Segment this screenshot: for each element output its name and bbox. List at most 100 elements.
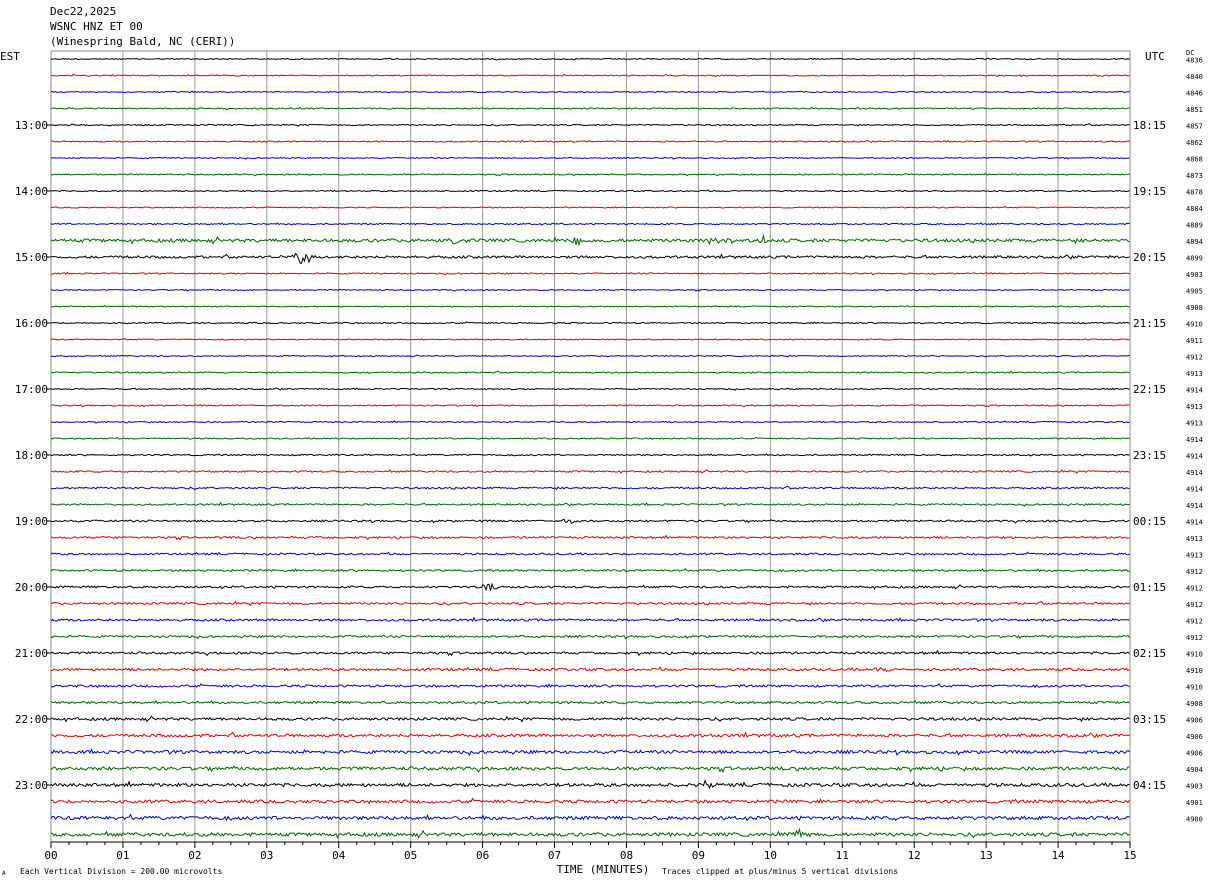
dc-offset-value: 4914: [1186, 436, 1203, 444]
trace-30: [50, 534, 1130, 541]
trace-23: [50, 420, 1130, 424]
scale-note: Each Vertical Division = 200.00 microvol…: [20, 867, 223, 876]
x-axis-title: TIME (MINUTES): [557, 863, 650, 876]
left-hour-label: 21:00: [15, 647, 48, 660]
trace-42: [50, 731, 1130, 739]
dc-offset-value: 4913: [1186, 420, 1203, 428]
trace-26: [50, 469, 1130, 474]
x-tick-label: 02: [188, 849, 201, 862]
dc-offset-value: 4906: [1186, 717, 1203, 725]
dc-offset-value: 4914: [1186, 453, 1203, 461]
x-tick-label: 00: [44, 849, 57, 862]
x-tick-label: 07: [548, 849, 561, 862]
dc-offset-value: 4912: [1186, 601, 1203, 609]
trace-44: [50, 765, 1130, 774]
trace-45: [50, 779, 1130, 790]
trace-15: [50, 288, 1130, 292]
right-hour-label: 21:15: [1133, 317, 1166, 330]
trace-2: [50, 73, 1130, 78]
dc-offset-value: 4906: [1186, 750, 1203, 758]
x-tick-label: 12: [908, 849, 921, 862]
trace-28: [50, 501, 1130, 507]
trace-29: [50, 518, 1130, 525]
dc-offset-value: 4913: [1186, 403, 1203, 411]
dc-offset-value: 4911: [1186, 337, 1203, 345]
right-hour-label: 22:15: [1133, 383, 1166, 396]
dc-offset-value: 4889: [1186, 222, 1203, 230]
corner-mark: A: [2, 870, 6, 877]
trace-41: [50, 715, 1130, 723]
trace-22: [50, 404, 1130, 408]
trace-43: [50, 748, 1130, 757]
trace-10: [50, 205, 1130, 209]
x-tick-label: 03: [260, 849, 273, 862]
dc-offset-value: 4846: [1186, 90, 1203, 98]
dc-offset-value: 4900: [1186, 816, 1203, 824]
dc-offset-value: 4912: [1186, 634, 1203, 642]
dc-offset-value: 4899: [1186, 255, 1203, 263]
dc-offset-value: 4912: [1186, 354, 1203, 362]
right-hour-label: 02:15: [1133, 647, 1166, 660]
trace-3: [50, 90, 1130, 94]
x-tick-label: 15: [1123, 849, 1136, 862]
trace-38: [50, 666, 1130, 672]
trace-5: [50, 123, 1130, 127]
trace-48: [50, 827, 1130, 840]
dc-offset-value: 4910: [1186, 667, 1203, 675]
trace-8: [50, 172, 1130, 177]
hour-labels: 13:00 14:00 15:00 16:00 17:00 18:00 19:00 20:00…: [15, 57, 1203, 824]
left-hour-label: 17:00: [15, 383, 48, 396]
trace-20: [50, 370, 1130, 375]
dc-offset-value: 4908: [1186, 700, 1203, 708]
dc-offset-value: 4910: [1186, 684, 1203, 692]
trace-13: [50, 252, 1130, 265]
trace-27: [50, 485, 1130, 491]
dc-offset-value: 4857: [1186, 123, 1203, 131]
dc-offset-value: 4905: [1186, 288, 1203, 296]
seismogram-chart: 00 01 02 03 04 05 06 07 08 09 10 11 12 13 14 15 13:00 14…: [15, 50, 1203, 876]
dc-offset-value: 4868: [1186, 156, 1203, 164]
right-hour-label: 18:15: [1133, 119, 1166, 132]
right-hour-label: 01:15: [1133, 581, 1166, 594]
x-tick-label: 05: [404, 849, 417, 862]
left-hour-label: 16:00: [15, 317, 48, 330]
trace-37: [50, 649, 1130, 657]
x-tick-label: 04: [332, 849, 346, 862]
dc-offset-value: 4836: [1186, 57, 1203, 65]
dc-offset-value: 4908: [1186, 304, 1203, 312]
right-hour-label: 04:15: [1133, 779, 1166, 792]
left-hour-label: 23:00: [15, 779, 48, 792]
dc-offset-value: 4912: [1186, 618, 1203, 626]
dc-offset-value: 4873: [1186, 172, 1203, 180]
trace-18: [50, 337, 1130, 341]
trace-9: [50, 189, 1130, 193]
trace-11: [50, 222, 1130, 226]
x-tick-label: 10: [764, 849, 777, 862]
seismic-traces: [50, 57, 1130, 840]
dc-offset-value: 4884: [1186, 205, 1203, 213]
trace-19: [50, 354, 1130, 358]
minute-gridlines: [50, 50, 1131, 843]
dc-offset-value: 4901: [1186, 799, 1203, 807]
right-hour-label: 00:15: [1133, 515, 1166, 528]
right-hour-label: 03:15: [1133, 713, 1166, 726]
dc-offset-value: 4862: [1186, 139, 1203, 147]
left-hour-label: 20:00: [15, 581, 48, 594]
trace-25: [50, 452, 1130, 457]
trace-34: [50, 600, 1130, 607]
dc-offset-value: 4906: [1186, 733, 1203, 741]
dc-offset-value: 4914: [1186, 387, 1203, 395]
trace-16: [50, 304, 1130, 308]
dc-offset-value: 4914: [1186, 502, 1203, 510]
dc-offset-value: 4851: [1186, 106, 1203, 114]
trace-14: [50, 271, 1130, 276]
trace-40: [50, 699, 1130, 705]
trace-12: [50, 233, 1130, 247]
dc-offset-value: 4912: [1186, 585, 1203, 593]
plot-frame: [50, 50, 1131, 843]
right-hour-label: 19:15: [1133, 185, 1166, 198]
right-hour-label: 23:15: [1133, 449, 1166, 462]
trace-31: [50, 551, 1130, 556]
dc-offset-value: 4910: [1186, 321, 1203, 329]
trace-24: [50, 436, 1130, 440]
